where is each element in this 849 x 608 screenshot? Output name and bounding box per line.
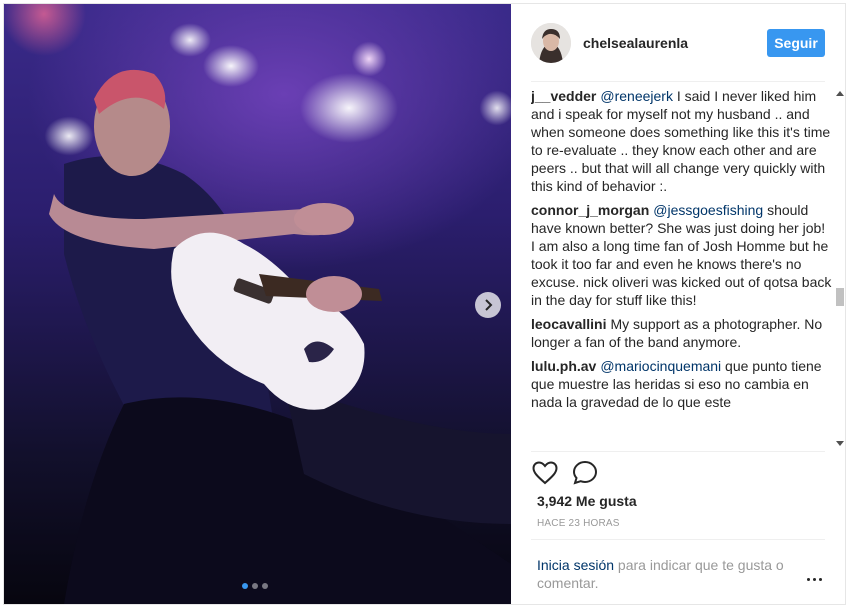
comment-username[interactable]: connor_j_morgan — [531, 202, 649, 218]
login-prompt: Inicia sesión para indicar que te gusta … — [531, 539, 825, 592]
scroll-down-icon[interactable] — [834, 437, 846, 449]
post-photo[interactable] — [4, 4, 511, 604]
like-button[interactable] — [531, 459, 559, 487]
next-photo-button[interactable] — [475, 292, 501, 318]
heart-icon — [532, 460, 558, 484]
speech-bubble-icon — [572, 460, 598, 485]
post-actions — [531, 451, 825, 485]
comments-scrollbar[interactable] — [834, 87, 846, 449]
avatar[interactable] — [531, 22, 571, 63]
comment-mention[interactable]: @mariocinquemani — [600, 358, 721, 374]
comment-item: j__vedder @reneejerk I said I never liked… — [531, 87, 832, 195]
scrollbar-track[interactable] — [836, 101, 844, 435]
comment-mention[interactable]: @jessgoesfishing — [653, 202, 763, 218]
scrollbar-thumb[interactable] — [836, 288, 844, 306]
comment-item: leocavallini My support as a photographer… — [531, 315, 832, 351]
carousel-dot-1 — [242, 583, 248, 589]
avatar-image — [531, 22, 571, 63]
follow-button[interactable]: Seguir — [767, 28, 825, 57]
post-timestamp[interactable]: HACE 23 HORAS — [537, 518, 620, 529]
photo-guitarist-illustration — [49, 69, 511, 604]
author-username[interactable]: chelsealaurenla — [583, 35, 767, 51]
ellipsis-icon — [807, 577, 810, 581]
post-header: chelsealaurenla Seguir — [531, 4, 825, 82]
more-options-button[interactable] — [807, 575, 827, 583]
comment-mention[interactable]: @reneejerk — [600, 88, 673, 104]
ellipsis-dot — [819, 577, 822, 581]
post-sidebar: chelsealaurenla Seguir j__vedder @reneeje… — [511, 4, 845, 604]
upper-hand — [294, 203, 354, 235]
carousel-dot-3 — [262, 583, 268, 589]
comments-list[interactable]: j__vedder @reneejerk I said I never liked… — [531, 87, 832, 449]
comment-username[interactable]: j__vedder — [531, 88, 596, 104]
chevron-right-icon — [485, 299, 493, 311]
likes-count[interactable]: 3,942 Me gusta — [537, 493, 637, 509]
comment-item: connor_j_morgan @jessgoesfishing should h… — [531, 201, 832, 309]
instagram-post: chelsealaurenla Seguir j__vedder @reneeje… — [3, 3, 846, 605]
login-link[interactable]: Inicia sesión — [537, 557, 614, 573]
comment-item: lulu.ph.av @mariocinquemani que punto tie… — [531, 357, 832, 411]
carousel-dot-2 — [252, 583, 258, 589]
scroll-up-icon[interactable] — [834, 87, 846, 99]
comment-button[interactable] — [571, 459, 599, 487]
comment-username[interactable]: leocavallini — [531, 316, 606, 332]
carousel-indicator — [242, 583, 268, 589]
ellipsis-dot — [813, 577, 816, 581]
comment-username[interactable]: lulu.ph.av — [531, 358, 596, 374]
fret-hand — [306, 276, 362, 312]
